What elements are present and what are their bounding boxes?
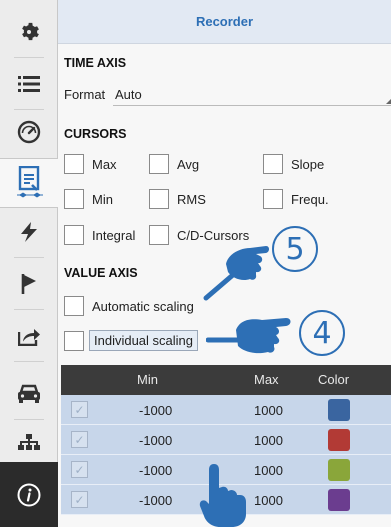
min-value[interactable]: -1000 [139, 403, 172, 418]
max-value[interactable]: 1000 [254, 403, 283, 418]
color-swatch[interactable] [328, 489, 350, 511]
cursor-avg-checkbox[interactable]: Avg [149, 154, 199, 174]
format-select-value: Auto [115, 87, 142, 102]
trigger-button[interactable] [0, 210, 58, 254]
column-header-max: Max [254, 372, 279, 387]
min-value[interactable]: -1000 [139, 463, 172, 478]
format-select[interactable]: Auto [113, 84, 391, 106]
callout-label: 4 [312, 315, 332, 351]
color-swatch[interactable] [328, 429, 350, 451]
checkbox-label: Max [92, 156, 117, 172]
checkbox-box[interactable] [149, 189, 169, 209]
cursors-heading: CURSORS [64, 127, 127, 141]
cursor-min-checkbox[interactable]: Min [64, 189, 113, 209]
list-icon [18, 76, 40, 92]
gear-icon [22, 22, 39, 41]
flag-icon [21, 274, 36, 294]
column-header-color: Color [318, 372, 350, 387]
checkbox-box[interactable] [64, 330, 84, 351]
list-button[interactable] [0, 62, 58, 106]
callout-number-4: 4 [299, 310, 345, 356]
min-value[interactable]: -1000 [139, 433, 172, 448]
cursor-frequ-checkbox[interactable]: Frequ. [263, 189, 329, 209]
vehicle-button[interactable] [0, 372, 58, 416]
checkbox-box[interactable] [263, 189, 283, 209]
row-checkbox[interactable]: ✓ [71, 461, 88, 478]
checkbox-box[interactable] [149, 154, 169, 174]
table-row[interactable]: ✓ -1000 1000 [61, 395, 391, 425]
pointing-hand-icon [206, 318, 291, 354]
row-checkbox[interactable]: ✓ [71, 491, 88, 508]
gauge-icon [17, 120, 41, 144]
format-label: Format [64, 87, 106, 102]
checkbox-label: Avg [177, 156, 200, 172]
checkbox-box[interactable] [149, 225, 169, 245]
table-row[interactable]: ✓ -1000 1000 [61, 425, 391, 455]
info-button[interactable] [0, 462, 58, 527]
checkbox-label: Min [92, 191, 113, 207]
network-icon [18, 434, 40, 450]
checkbox-box[interactable] [263, 154, 283, 174]
pointing-hand-icon [199, 464, 246, 527]
color-swatch[interactable] [328, 459, 350, 481]
info-icon [17, 483, 41, 506]
min-value[interactable]: -1000 [139, 493, 172, 508]
time-axis-heading: TIME AXIS [64, 56, 127, 70]
max-value[interactable]: 1000 [254, 433, 283, 448]
max-value[interactable]: 1000 [254, 493, 283, 508]
gauge-button[interactable] [0, 110, 58, 154]
network-button[interactable] [0, 420, 58, 464]
pointing-hand-icon [203, 246, 269, 301]
color-swatch[interactable] [328, 399, 350, 421]
cursor-rms-checkbox[interactable]: RMS [149, 189, 206, 209]
table-header: Min Max Color [61, 365, 391, 395]
checkbox-box[interactable] [64, 296, 84, 316]
share-icon [18, 329, 40, 346]
car-icon [18, 384, 40, 403]
checkbox-label: Individual scaling [89, 330, 199, 351]
cursor-slope-checkbox[interactable]: Slope [263, 154, 324, 174]
checkbox-box[interactable] [64, 189, 84, 209]
row-checkbox[interactable]: ✓ [71, 431, 88, 448]
checkbox-label: Integral [92, 227, 136, 243]
cursor-integral-checkbox[interactable]: Integral [64, 225, 135, 245]
value-axis-heading: VALUE AXIS [64, 266, 138, 280]
marker-button[interactable] [0, 262, 58, 306]
page-title: Recorder [195, 14, 254, 29]
panel-header: Recorder [58, 0, 391, 44]
lightning-icon [21, 222, 37, 242]
checkbox-label: Automatic scaling [92, 298, 194, 314]
settings-button[interactable] [0, 10, 58, 54]
sidebar [0, 0, 59, 527]
column-header-min: Min [137, 372, 158, 387]
cursor-max-checkbox[interactable]: Max [64, 154, 117, 174]
checkbox-label: RMS [177, 191, 206, 207]
recorder-icon [16, 166, 43, 198]
checkbox-box[interactable] [64, 154, 84, 174]
automatic-scaling-checkbox[interactable]: Automatic scaling [64, 296, 194, 316]
row-checkbox[interactable]: ✓ [71, 401, 88, 418]
recorder-button[interactable] [0, 158, 59, 208]
export-button[interactable] [0, 314, 58, 358]
callout-label: 5 [285, 231, 305, 267]
max-value[interactable]: 1000 [254, 463, 283, 478]
checkbox-label: Slope [291, 156, 325, 172]
individual-scaling-checkbox[interactable]: Individual scaling [64, 330, 199, 351]
checkbox-box[interactable] [64, 225, 84, 245]
checkbox-label: Frequ. [291, 191, 329, 207]
